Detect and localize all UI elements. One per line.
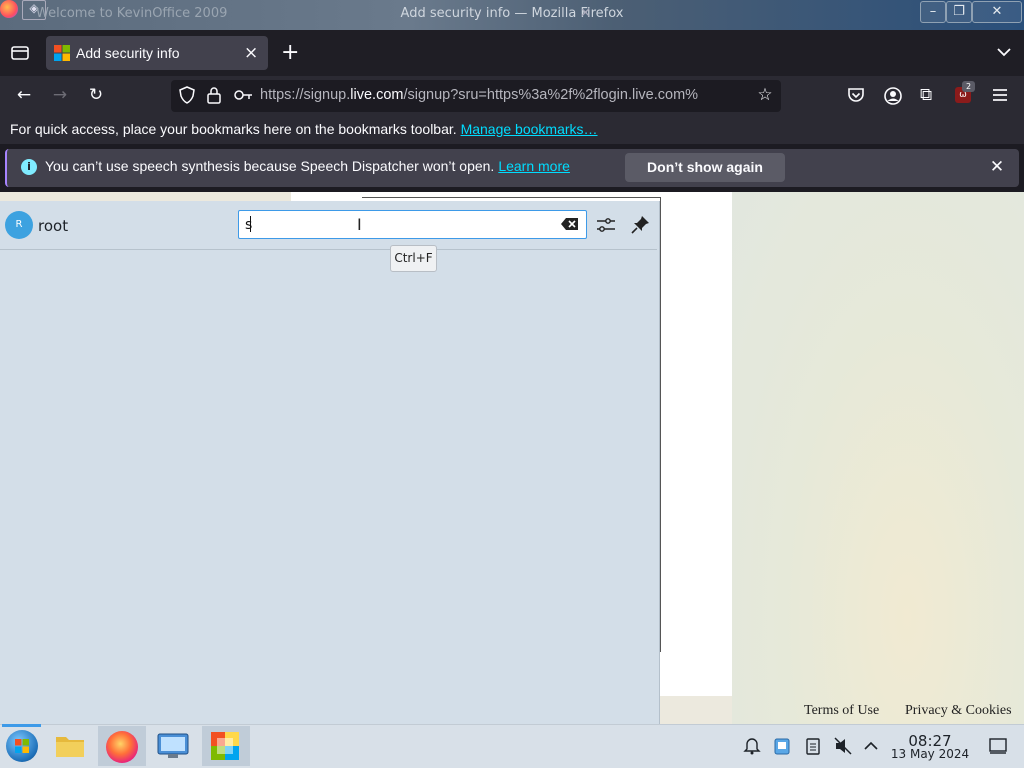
text-caret	[250, 216, 251, 232]
notification-text: You can’t use speech synthesis because S…	[45, 158, 495, 174]
show-desktop-icon[interactable]	[988, 736, 1008, 756]
application-launcher-panel	[0, 201, 660, 724]
file-manager-icon[interactable]	[54, 731, 86, 759]
key-icon[interactable]	[233, 86, 253, 104]
forward-arrow-icon[interactable]: →	[48, 85, 72, 105]
notifications-bell-icon[interactable]	[742, 736, 762, 756]
chevron-up-icon[interactable]	[861, 736, 881, 756]
microsoft-logo-icon	[54, 45, 70, 61]
volume-muted-icon[interactable]	[833, 736, 853, 756]
back-arrow-icon[interactable]: ←	[12, 85, 36, 105]
list-tabs-chevron-down-icon[interactable]	[994, 44, 1014, 60]
minimize-button[interactable]: –	[920, 1, 946, 23]
clear-search-icon[interactable]	[561, 217, 579, 231]
clipboard-app-icon[interactable]	[772, 736, 792, 756]
shortcut-tooltip: Ctrl+F	[390, 245, 437, 272]
account-icon[interactable]	[883, 86, 903, 106]
tab-title: Add security info	[76, 45, 180, 61]
reload-icon[interactable]: ↻	[84, 85, 108, 105]
info-icon: i	[21, 159, 37, 175]
tab-close-icon[interactable]: ×	[244, 43, 258, 63]
tracking-shield-icon[interactable]	[178, 86, 196, 104]
new-tab-button[interactable]: +	[281, 40, 299, 65]
clipboard-icon[interactable]	[803, 736, 823, 756]
clock-date[interactable]: 13 May 2024	[880, 747, 980, 761]
notification-close-icon[interactable]: ✕	[988, 157, 1006, 177]
learn-more-link[interactable]: Learn more	[498, 158, 570, 174]
control-panel-icon[interactable]	[156, 732, 190, 760]
user-name[interactable]: root	[38, 217, 68, 235]
mouse-ibeam-cursor-icon: I	[357, 215, 362, 234]
pocket-icon[interactable]	[846, 86, 866, 104]
bookmarks-hint: For quick access, place your bookmarks h…	[10, 121, 598, 137]
padlock-icon[interactable]	[206, 86, 222, 104]
hamburger-menu-icon[interactable]	[990, 86, 1010, 104]
pin-icon[interactable]	[628, 213, 652, 237]
window-titlebar: ◈ Welcome to KevinOffice 2009 Add securi…	[0, 0, 1024, 30]
tab-overview-icon[interactable]	[10, 44, 30, 62]
extensions-puzzle-icon[interactable]: ⧉	[920, 86, 938, 104]
search-input-value[interactable]: s	[245, 217, 252, 233]
panel-divider	[0, 249, 657, 250]
background-close-icon[interactable]: ✕	[580, 6, 591, 21]
firefox-icon[interactable]	[106, 731, 138, 763]
window-title: Add security info — Mozilla Firefox	[400, 6, 624, 21]
privacy-cookies-link[interactable]: Privacy & Cookies	[905, 703, 1012, 719]
close-window-button[interactable]: ✕	[972, 1, 1022, 23]
avatar[interactable]: R	[5, 211, 33, 239]
extension-badge: 2	[962, 81, 975, 92]
search-input[interactable]	[238, 210, 587, 239]
bookmarks-hint-text: For quick access, place your bookmarks h…	[10, 121, 457, 137]
dont-show-again-button[interactable]: Don’t show again	[625, 153, 785, 182]
manage-bookmarks-link[interactable]: Manage bookmarks…	[461, 121, 598, 137]
start-menu-icon[interactable]	[6, 730, 38, 762]
filter-settings-icon[interactable]	[594, 213, 618, 237]
kevinoffice-icon[interactable]	[209, 730, 241, 762]
page-background	[732, 192, 1024, 724]
url-text[interactable]: https://signup.live.com/signup?sru=https…	[260, 87, 748, 103]
terms-of-use-link[interactable]: Terms of Use	[804, 703, 879, 719]
maximize-button[interactable]: ❐	[946, 1, 972, 23]
notification-message: You can’t use speech synthesis because S…	[45, 158, 570, 174]
start-active-indicator	[2, 724, 41, 727]
bookmark-star-icon[interactable]: ☆	[753, 85, 777, 105]
